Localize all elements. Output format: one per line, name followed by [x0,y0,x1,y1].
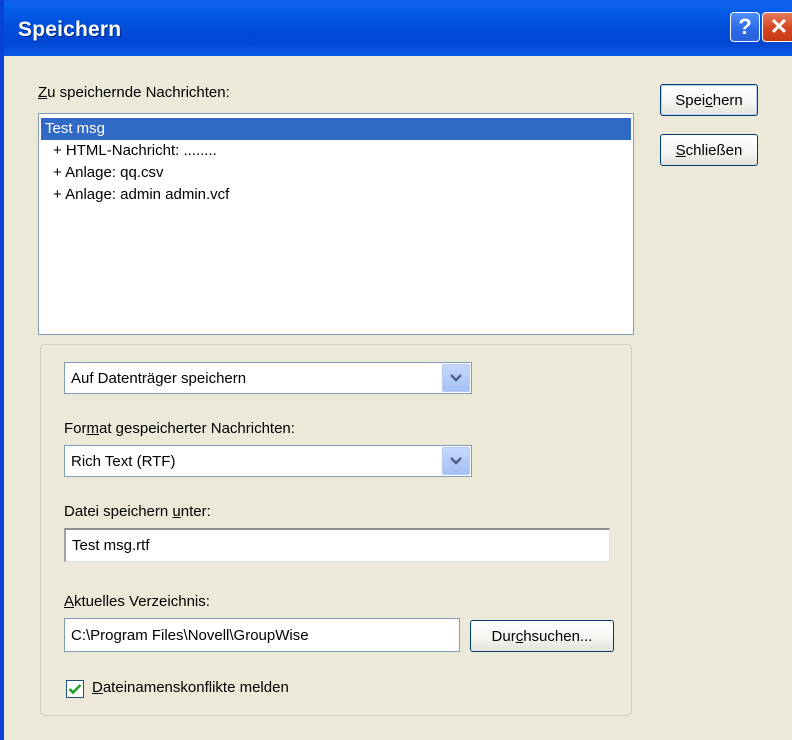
list-item-text: + Anlage: admin admin.vcf [53,186,230,203]
format-label: Format gespeicherter Nachrichten: [64,420,295,437]
filename-label-mnemonic: u [172,503,181,520]
directory-label-text: ktuelles Verzeichnis: [74,593,210,610]
messages-label-text: u speichernde Nachrichten: [47,84,230,101]
messages-label-mnemonic: Z [38,84,48,101]
list-item-text: Test msg [45,120,106,137]
format-select[interactable]: Rich Text (RTF) [64,445,472,477]
close-window-button[interactable]: ✕ [762,12,792,42]
directory-label: Aktuelles Verzeichnis: [64,593,210,610]
save-dialog: Speichern ? ✕ Zu speichernde Nachrichten… [0,0,792,740]
title-bar[interactable]: Speichern ? ✕ [4,0,792,56]
directory-input[interactable] [65,619,459,651]
help-button[interactable]: ? [730,12,760,42]
format-select-value: Rich Text (RTF) [71,453,176,470]
close-button-mnemonic: S [675,141,686,159]
list-item[interactable]: + Anlage: qq.csv [39,162,164,184]
filename-input[interactable] [66,530,609,561]
list-item[interactable]: + HTML-Nachricht: ........ [39,140,217,162]
messages-list[interactable]: Test msg + HTML-Nachricht: ........ + An… [38,113,634,335]
conflicts-label-mnemonic: D [92,679,103,696]
conflicts-label-text: ateinamenskonflikte melden [102,679,289,696]
save-button-text: Spei [675,91,706,109]
conflicts-checkbox[interactable] [66,680,84,698]
close-icon: ✕ [769,14,789,39]
browse-button[interactable]: Dur c hsuchen... [470,620,614,652]
format-label-text-end: at gespeicherter Nachrichten: [99,420,295,437]
chevron-down-icon[interactable] [442,364,470,392]
close-button-text: chließen [685,141,743,159]
save-button-text-end: hern [712,91,743,109]
list-item-text: + Anlage: qq.csv [53,164,164,181]
save-button-mnemonic: c [705,91,713,109]
window-title: Speichern [18,18,122,41]
chevron-down-icon[interactable] [442,447,470,475]
checkmark-icon [68,684,82,695]
format-label-mnemonic: m [86,420,100,437]
messages-label: Zu speichernde Nachrichten: [38,84,230,101]
list-item[interactable]: Test msg [41,118,631,140]
filename-label: Datei speichern unter: [64,503,211,520]
browse-button-text-end: hsuchen... [523,627,593,645]
destination-select[interactable]: Auf Datenträger speichern [64,362,472,394]
help-icon: ? [738,14,752,39]
browse-button-mnemonic: c [515,627,524,645]
close-button[interactable]: Schließen [660,134,758,166]
save-button[interactable]: Spei c hern [660,84,758,116]
list-item[interactable]: + Anlage: admin admin.vcf [39,184,229,206]
filename-field[interactable] [64,528,610,562]
directory-field[interactable] [64,618,460,652]
directory-label-mnemonic: A [64,593,75,610]
format-label-text: For [64,420,87,437]
conflicts-label[interactable]: Dateinamenskonflikte melden [92,679,289,696]
filename-label-text: Datei speichern [64,503,173,520]
destination-select-value: Auf Datenträger speichern [71,370,247,387]
filename-label-text-end: nter: [180,503,211,520]
browse-button-text: Dur [491,627,516,645]
list-item-text: + HTML-Nachricht: ........ [53,142,217,159]
